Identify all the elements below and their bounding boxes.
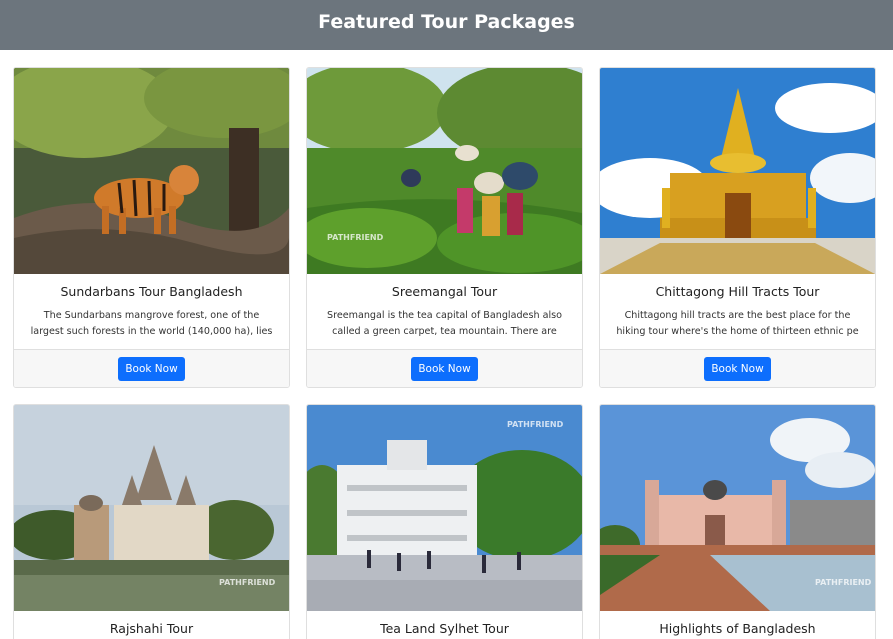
tour-image-sylhet[interactable]: PATHFRIEND — [307, 405, 582, 611]
book-now-button[interactable]: Book Now — [118, 356, 185, 381]
tour-card-rajshahi: PATHFRIEND Rajshahi Tour — [13, 404, 290, 639]
tour-card-sylhet: PATHFRIEND Tea Land Sylhet Tour — [306, 404, 583, 639]
svg-text:PATHFRIEND: PATHFRIEND — [327, 233, 384, 242]
tour-image-highlights[interactable]: PATHFRIEND — [600, 405, 875, 611]
svg-text:PATHFRIEND: PATHFRIEND — [507, 420, 564, 429]
tour-card-sundarbans: Sundarbans Tour Bangladesh The Sundarban… — [13, 67, 290, 388]
tour-title: Chittagong Hill Tracts Tour — [655, 284, 820, 299]
card-footer: Book Now — [600, 349, 875, 387]
tour-image-sundarbans[interactable] — [14, 68, 289, 274]
tour-image-sreemangal[interactable]: PATHFRIEND — [307, 68, 582, 274]
tour-image-rajshahi[interactable]: PATHFRIEND — [14, 405, 289, 611]
tour-title: Sundarbans Tour Bangladesh — [60, 284, 243, 299]
tour-title: Rajshahi Tour — [109, 621, 194, 636]
page-title: Featured Tour Packages — [318, 11, 575, 33]
card-footer: Book Now — [307, 349, 582, 387]
tour-description: The Sundarbans mangrove forest, one of t… — [30, 310, 273, 337]
tour-image-chittagong[interactable] — [600, 68, 875, 274]
book-now-button[interactable]: Book Now — [411, 356, 478, 381]
tour-description: Sreemangal is the tea capital of Banglad… — [327, 310, 562, 337]
tour-title: Highlights of Bangladesh — [659, 621, 816, 636]
tour-card-sreemangal: PATHFRIEND Sreemangal Tour Sreemangal is… — [306, 67, 583, 388]
page-header: Featured Tour Packages — [0, 0, 893, 50]
tour-title: Sreemangal Tour — [391, 284, 498, 299]
tour-card-highlights: PATHFRIEND Highlights of Bangladesh — [599, 404, 876, 639]
svg-text:PATHFRIEND: PATHFRIEND — [815, 578, 872, 587]
tour-title: Tea Land Sylhet Tour — [380, 621, 509, 636]
tour-description: Chittagong hill tracts are the best plac… — [616, 310, 859, 337]
card-footer: Book Now — [14, 349, 289, 387]
book-now-button[interactable]: Book Now — [704, 356, 771, 381]
tour-card-chittagong: Chittagong Hill Tracts Tour Chittagong h… — [599, 67, 876, 388]
svg-text:PATHFRIEND: PATHFRIEND — [219, 578, 276, 587]
